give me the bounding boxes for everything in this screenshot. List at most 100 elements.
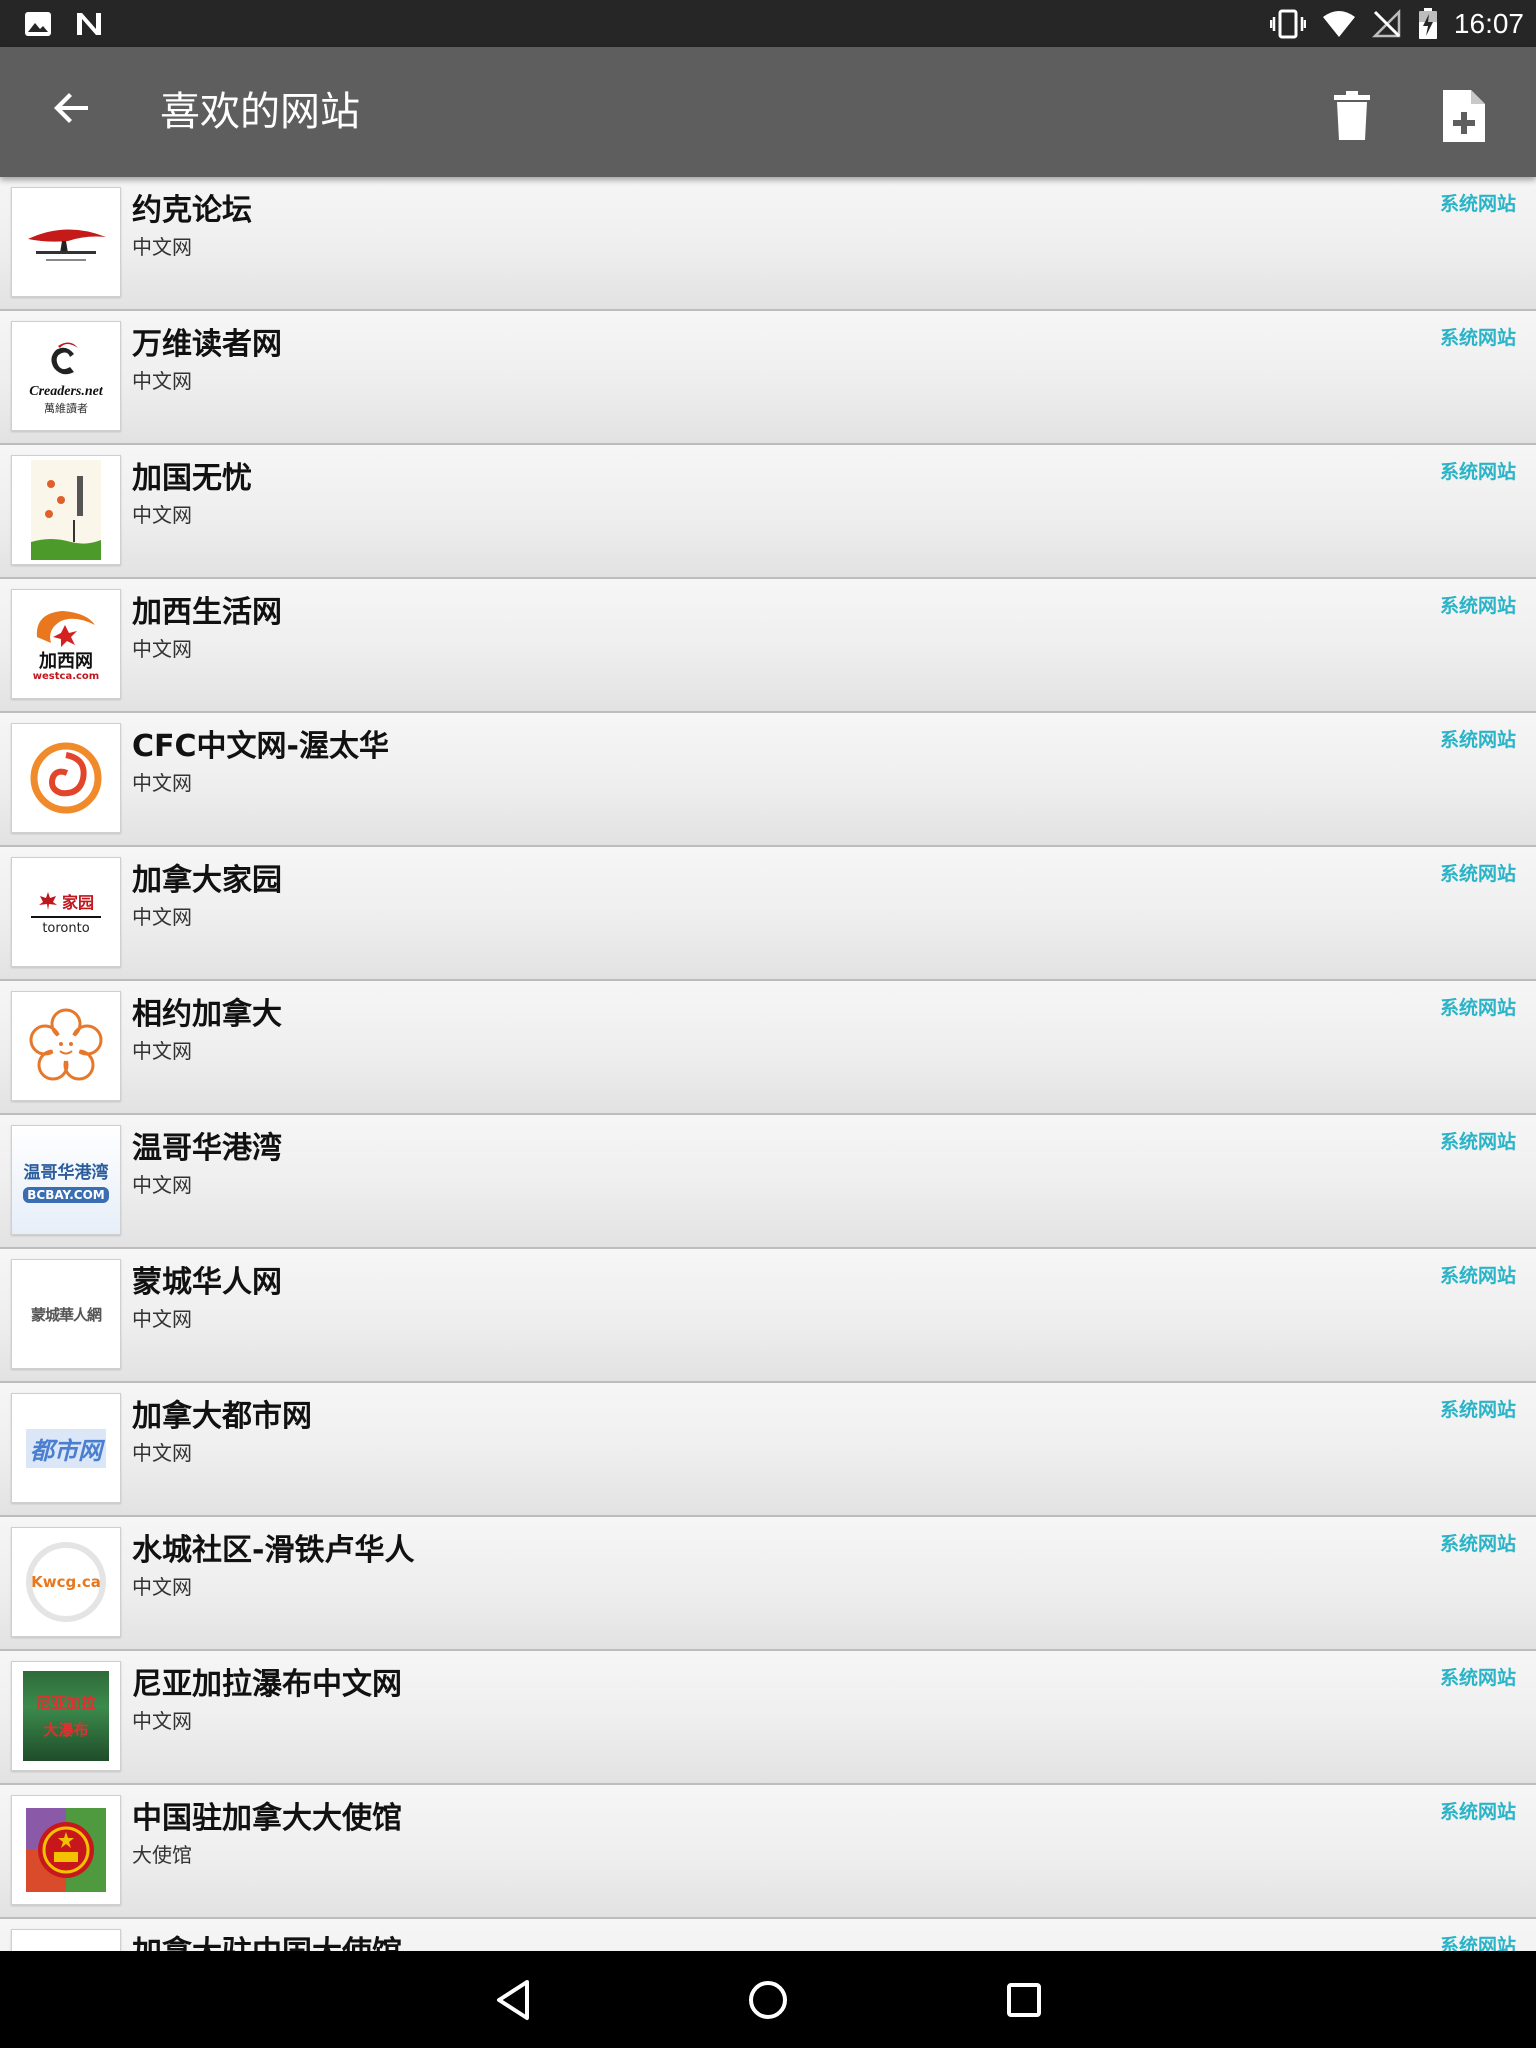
list-item[interactable]: 约克论坛 中文网 系统网站: [0, 177, 1536, 311]
status-time: 16:07: [1453, 7, 1524, 39]
site-tag: 系统网站: [1439, 1667, 1516, 1689]
site-tag: 系统网站: [1439, 461, 1516, 483]
list-item[interactable]: Kwcg.ca 水城社区-滑铁卢华人 中文网 系统网站: [0, 1517, 1536, 1651]
no-sim-icon: [1371, 8, 1402, 39]
site-tag: 系统网站: [1439, 1801, 1516, 1823]
status-left-icons: [24, 0, 104, 47]
flower-logo-icon: [29, 1008, 103, 1081]
site-logo: [11, 991, 121, 1101]
westca-logo-icon: [36, 610, 95, 647]
site-category: 中文网: [132, 369, 192, 393]
wifi-icon: [1322, 10, 1356, 38]
york-forum-logo-icon: [28, 229, 106, 261]
site-tag: 系统网站: [1439, 327, 1516, 349]
site-logo: [11, 723, 121, 833]
site-title: 蒙城华人网: [132, 1265, 282, 1300]
site-title: CFC中文网-渥太华: [132, 729, 389, 764]
maple-leaf-icon: [38, 891, 57, 910]
site-title: 温哥华港湾: [132, 1131, 282, 1166]
nav-home-button[interactable]: [733, 1965, 803, 2035]
nav-recents-icon: [1007, 1983, 1041, 2017]
site-category: 中文网: [132, 905, 192, 929]
site-logo: 都市网: [11, 1393, 121, 1503]
nav-recents-button[interactable]: [989, 1965, 1059, 2035]
site-tag: 系统网站: [1439, 1399, 1516, 1421]
site-title: 加拿大家园: [132, 863, 282, 898]
site-logo: 尼亚加拉 大瀑布: [11, 1661, 121, 1771]
cfc-swirl-logo-icon: [30, 742, 102, 814]
list-item[interactable]: Creaders.net 萬維讀者 万维读者网 中文网 系统网站: [0, 311, 1536, 445]
site-logo: [11, 1795, 121, 1905]
site-title: 相约加拿大: [132, 997, 282, 1032]
nav-back-button[interactable]: [478, 1965, 548, 2035]
creaders-logo-subtext: 萬維讀者: [44, 402, 88, 415]
site-list: 约克论坛 中文网 系统网站 Creaders.net 萬維讀者 万维读者网 中文…: [0, 177, 1536, 1951]
site-category: 中文网: [132, 1575, 192, 1599]
battery-charging-icon: [1418, 7, 1438, 40]
site-title: 中国驻加拿大大使馆: [132, 1801, 402, 1836]
site-category: 中文网: [132, 503, 192, 527]
site-title: 加拿大都市网: [132, 1399, 312, 1434]
site-tag: 系统网站: [1439, 729, 1516, 751]
bcbay-logo-text: 温哥华港湾: [23, 1162, 109, 1183]
montreal-chinese-logo-text: 蒙城華人網: [30, 1305, 102, 1324]
list-item[interactable]: 加国无忧 中文网 系统网站: [0, 445, 1536, 579]
nav-home-icon: [749, 1981, 787, 2019]
site-title: 加西生活网: [132, 595, 282, 630]
site-logo: 温哥华港湾 BCBAY.COM: [11, 1125, 121, 1235]
arrow-back-icon: [54, 93, 88, 123]
site-tag: 系统网站: [1439, 1533, 1516, 1555]
dushi-logo-text: 都市网: [26, 1428, 106, 1468]
list-item[interactable]: 加拿大驻中国大使馆 系统网站: [0, 1919, 1536, 1951]
n-logo-icon: [74, 11, 104, 37]
site-tag: 系统网站: [1439, 1131, 1516, 1153]
list-item[interactable]: 家园 toronto 加拿大家园 中文网 系统网站: [0, 847, 1536, 981]
site-tag: 系统网站: [1439, 193, 1516, 215]
status-right-icons: 16:07: [1269, 0, 1524, 47]
page-title: 喜欢的网站: [160, 89, 360, 135]
site-tag: 系统网站: [1439, 997, 1516, 1019]
site-category: 中文网: [132, 1039, 192, 1063]
toronto-home-logo-subtext: toronto: [42, 920, 90, 936]
list-item[interactable]: 中国驻加拿大大使馆 大使馆 系统网站: [0, 1785, 1536, 1919]
trash-icon: [1334, 91, 1370, 140]
note-add-icon: [1443, 90, 1485, 142]
site-title: 水城社区-滑铁卢华人: [132, 1533, 415, 1568]
site-tag: 系统网站: [1439, 1935, 1516, 1951]
site-logo: [11, 187, 121, 297]
list-item[interactable]: 尼亚加拉 大瀑布 尼亚加拉瀑布中文网 中文网 系统网站: [0, 1651, 1536, 1785]
site-category: 中文网: [132, 637, 192, 661]
nav-back-icon: [497, 1980, 529, 2020]
site-title: 加拿大驻中国大使馆: [132, 1927, 402, 1951]
list-item[interactable]: CFC中文网-渥太华 中文网 系统网站: [0, 713, 1536, 847]
china-emblem-logo-icon: [26, 1808, 106, 1892]
kwcg-logo-text: Kwcg.ca: [31, 1573, 101, 1591]
site-category: 中文网: [132, 235, 192, 259]
site-logo: 家园 toronto: [11, 857, 121, 967]
site-logo: Kwcg.ca: [11, 1527, 121, 1637]
image-icon: [24, 11, 52, 37]
add-site-button[interactable]: [1428, 80, 1500, 152]
creaders-logo-icon: [51, 342, 78, 375]
delete-button[interactable]: [1316, 80, 1388, 152]
site-category: 中文网: [132, 1307, 192, 1331]
list-item[interactable]: 温哥华港湾 BCBAY.COM 温哥华港湾 中文网 系统网站: [0, 1115, 1536, 1249]
list-item[interactable]: 加西网 westca.com 加西生活网 中文网 系统网站: [0, 579, 1536, 713]
niagara-logo-subtext: 大瀑布: [43, 1721, 89, 1739]
app-bar: 喜欢的网站: [0, 47, 1536, 177]
westca-logo-subtext: westca.com: [32, 670, 100, 682]
site-tag: 系统网站: [1439, 863, 1516, 885]
site-logo: 加西网 westca.com: [11, 589, 121, 699]
navigation-bar: [0, 1951, 1536, 2048]
list-item[interactable]: 都市网 加拿大都市网 中文网 系统网站: [0, 1383, 1536, 1517]
site-title: 尼亚加拉瀑布中文网: [132, 1667, 402, 1702]
list-item[interactable]: 相约加拿大 中文网 系统网站: [0, 981, 1536, 1115]
site-category: 中文网: [132, 1173, 192, 1197]
list-item[interactable]: 蒙城華人網 蒙城华人网 中文网 系统网站: [0, 1249, 1536, 1383]
site-category: 中文网: [132, 771, 192, 795]
creaders-logo-text: Creaders.net: [29, 384, 103, 399]
back-button[interactable]: [36, 72, 108, 144]
site-tag: 系统网站: [1439, 1265, 1516, 1287]
site-category: 大使馆: [132, 1843, 192, 1867]
toronto-home-logo-text: 家园: [61, 892, 94, 912]
